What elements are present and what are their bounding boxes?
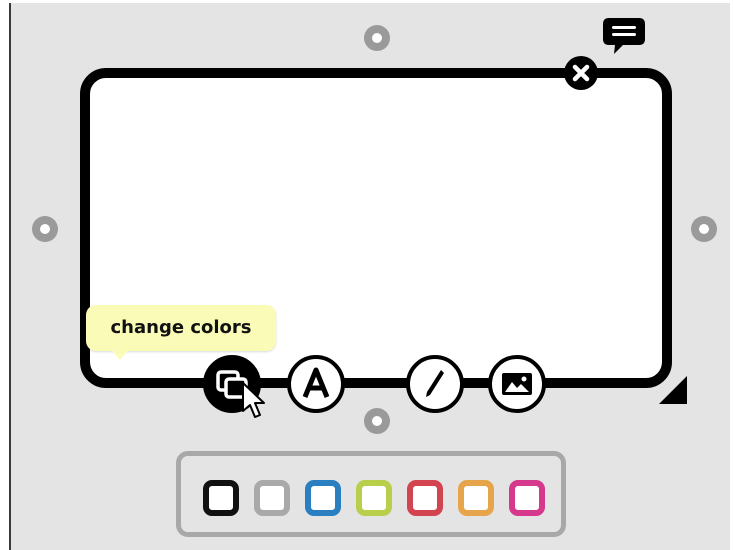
left-handle[interactable] <box>32 216 58 242</box>
swatch-red[interactable] <box>407 480 443 516</box>
image-tool-button[interactable] <box>488 355 546 413</box>
right-handle[interactable] <box>691 216 717 242</box>
text-tool-button[interactable] <box>287 355 345 413</box>
change-colors-tooltip: change colors <box>86 305 276 351</box>
color-palette <box>176 451 566 537</box>
swatch-black[interactable] <box>203 480 239 516</box>
pencil-icon <box>426 370 444 397</box>
bottom-handle[interactable] <box>364 408 390 434</box>
top-handle[interactable] <box>364 25 390 51</box>
tooltip-text: change colors <box>110 317 252 338</box>
swatch-orange[interactable] <box>458 480 494 516</box>
letter-a-icon <box>302 367 330 398</box>
swatch-gray[interactable] <box>254 480 290 516</box>
image-icon <box>502 373 532 395</box>
swatch-lime[interactable] <box>356 480 392 516</box>
draw-tool-button[interactable] <box>406 355 464 413</box>
swatch-blue[interactable] <box>305 480 341 516</box>
tooltip-tail <box>110 348 130 360</box>
speech-bubble-icon[interactable] <box>601 15 647 57</box>
close-x-icon <box>572 64 590 82</box>
swatch-pink[interactable] <box>509 480 545 516</box>
mouse-pointer-icon <box>241 381 267 421</box>
close-button[interactable] <box>564 56 598 90</box>
resize-corner-icon[interactable] <box>657 374 689 406</box>
